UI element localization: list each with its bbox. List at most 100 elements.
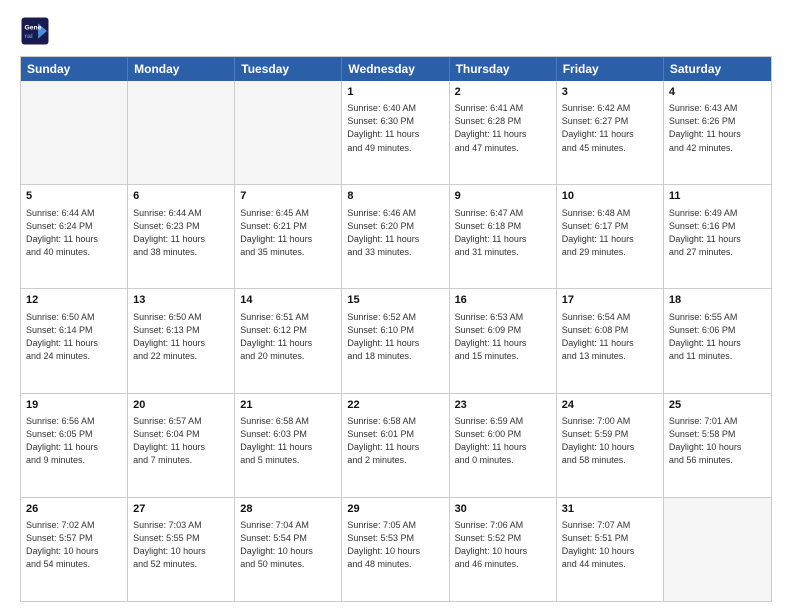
calendar: SundayMondayTuesdayWednesdayThursdayFrid…	[20, 56, 772, 602]
day-number: 21	[240, 398, 336, 413]
cell-info: Sunrise: 6:50 AM Sunset: 6:13 PM Dayligh…	[133, 311, 229, 363]
cell-info: Sunrise: 6:40 AM Sunset: 6:30 PM Dayligh…	[347, 102, 443, 154]
cell-info: Sunrise: 6:58 AM Sunset: 6:01 PM Dayligh…	[347, 415, 443, 467]
calendar-body: 1 Sunrise: 6:40 AM Sunset: 6:30 PM Daylig…	[21, 81, 771, 601]
day-number: 5	[26, 189, 122, 204]
calendar-cell: 23 Sunrise: 6:59 AM Sunset: 6:00 PM Dayli…	[450, 394, 557, 497]
day-number: 22	[347, 398, 443, 413]
calendar-header: SundayMondayTuesdayWednesdayThursdayFrid…	[21, 57, 771, 81]
calendar-cell: 5 Sunrise: 6:44 AM Sunset: 6:24 PM Daylig…	[21, 185, 128, 288]
weekday-header: Wednesday	[342, 57, 449, 81]
calendar-cell: 8 Sunrise: 6:46 AM Sunset: 6:20 PM Daylig…	[342, 185, 449, 288]
cell-info: Sunrise: 7:03 AM Sunset: 5:55 PM Dayligh…	[133, 519, 229, 571]
day-number: 16	[455, 293, 551, 308]
cell-info: Sunrise: 7:02 AM Sunset: 5:57 PM Dayligh…	[26, 519, 122, 571]
day-number: 17	[562, 293, 658, 308]
day-number: 4	[669, 85, 766, 100]
calendar-cell: 26 Sunrise: 7:02 AM Sunset: 5:57 PM Dayli…	[21, 498, 128, 601]
day-number: 3	[562, 85, 658, 100]
calendar-row: 26 Sunrise: 7:02 AM Sunset: 5:57 PM Dayli…	[21, 497, 771, 601]
header: Gene ral	[20, 16, 772, 46]
cell-info: Sunrise: 6:41 AM Sunset: 6:28 PM Dayligh…	[455, 102, 551, 154]
day-number: 2	[455, 85, 551, 100]
cell-info: Sunrise: 6:42 AM Sunset: 6:27 PM Dayligh…	[562, 102, 658, 154]
cell-info: Sunrise: 6:56 AM Sunset: 6:05 PM Dayligh…	[26, 415, 122, 467]
cell-info: Sunrise: 6:53 AM Sunset: 6:09 PM Dayligh…	[455, 311, 551, 363]
calendar-cell: 10 Sunrise: 6:48 AM Sunset: 6:17 PM Dayli…	[557, 185, 664, 288]
calendar-row: 19 Sunrise: 6:56 AM Sunset: 6:05 PM Dayli…	[21, 393, 771, 497]
calendar-cell: 2 Sunrise: 6:41 AM Sunset: 6:28 PM Daylig…	[450, 81, 557, 184]
calendar-cell: 13 Sunrise: 6:50 AM Sunset: 6:13 PM Dayli…	[128, 289, 235, 392]
cell-info: Sunrise: 6:55 AM Sunset: 6:06 PM Dayligh…	[669, 311, 766, 363]
calendar-cell: 25Sunrise: 7:01 AM Sunset: 5:58 PM Dayli…	[664, 394, 771, 497]
day-number: 11	[669, 189, 766, 204]
svg-text:Gene: Gene	[25, 25, 42, 32]
calendar-cell: 27 Sunrise: 7:03 AM Sunset: 5:55 PM Dayli…	[128, 498, 235, 601]
day-number: 8	[347, 189, 443, 204]
cell-info: Sunrise: 6:58 AM Sunset: 6:03 PM Dayligh…	[240, 415, 336, 467]
day-number: 15	[347, 293, 443, 308]
cell-info: Sunrise: 6:52 AM Sunset: 6:10 PM Dayligh…	[347, 311, 443, 363]
day-number: 19	[26, 398, 122, 413]
page: Gene ral SundayMondayTuesdayWednesdayThu…	[0, 0, 792, 612]
day-number: 28	[240, 502, 336, 517]
cell-info: Sunrise: 7:06 AM Sunset: 5:52 PM Dayligh…	[455, 519, 551, 571]
calendar-cell	[128, 81, 235, 184]
calendar-cell	[21, 81, 128, 184]
calendar-cell: 7Sunrise: 6:45 AM Sunset: 6:21 PM Daylig…	[235, 185, 342, 288]
calendar-cell: 9 Sunrise: 6:47 AM Sunset: 6:18 PM Daylig…	[450, 185, 557, 288]
day-number: 31	[562, 502, 658, 517]
cell-info: Sunrise: 7:01 AM Sunset: 5:58 PM Dayligh…	[669, 415, 766, 467]
day-number: 23	[455, 398, 551, 413]
day-number: 13	[133, 293, 229, 308]
day-number: 18	[669, 293, 766, 308]
day-number: 29	[347, 502, 443, 517]
weekday-header: Monday	[128, 57, 235, 81]
day-number: 14	[240, 293, 336, 308]
cell-info: Sunrise: 6:44 AM Sunset: 6:23 PM Dayligh…	[133, 207, 229, 259]
day-number: 1	[347, 85, 443, 100]
cell-info: Sunrise: 7:05 AM Sunset: 5:53 PM Dayligh…	[347, 519, 443, 571]
calendar-cell	[664, 498, 771, 601]
logo: Gene ral	[20, 16, 54, 46]
calendar-row: 5 Sunrise: 6:44 AM Sunset: 6:24 PM Daylig…	[21, 184, 771, 288]
calendar-cell: 29 Sunrise: 7:05 AM Sunset: 5:53 PM Dayli…	[342, 498, 449, 601]
day-number: 20	[133, 398, 229, 413]
day-number: 10	[562, 189, 658, 204]
cell-info: Sunrise: 6:47 AM Sunset: 6:18 PM Dayligh…	[455, 207, 551, 259]
cell-info: Sunrise: 6:48 AM Sunset: 6:17 PM Dayligh…	[562, 207, 658, 259]
calendar-cell: 6 Sunrise: 6:44 AM Sunset: 6:23 PM Daylig…	[128, 185, 235, 288]
calendar-cell: 19 Sunrise: 6:56 AM Sunset: 6:05 PM Dayli…	[21, 394, 128, 497]
calendar-cell: 14 Sunrise: 6:51 AM Sunset: 6:12 PM Dayli…	[235, 289, 342, 392]
cell-info: Sunrise: 7:04 AM Sunset: 5:54 PM Dayligh…	[240, 519, 336, 571]
calendar-cell: 12 Sunrise: 6:50 AM Sunset: 6:14 PM Dayli…	[21, 289, 128, 392]
cell-info: Sunrise: 6:49 AM Sunset: 6:16 PM Dayligh…	[669, 207, 766, 259]
calendar-cell: 21 Sunrise: 6:58 AM Sunset: 6:03 PM Dayli…	[235, 394, 342, 497]
calendar-cell: 31 Sunrise: 7:07 AM Sunset: 5:51 PM Dayli…	[557, 498, 664, 601]
weekday-header: Friday	[557, 57, 664, 81]
day-number: 27	[133, 502, 229, 517]
cell-info: Sunrise: 6:57 AM Sunset: 6:04 PM Dayligh…	[133, 415, 229, 467]
day-number: 24	[562, 398, 658, 413]
day-number: 9	[455, 189, 551, 204]
day-number: 12	[26, 293, 122, 308]
cell-info: Sunrise: 6:59 AM Sunset: 6:00 PM Dayligh…	[455, 415, 551, 467]
calendar-cell: 11 Sunrise: 6:49 AM Sunset: 6:16 PM Dayli…	[664, 185, 771, 288]
cell-info: Sunrise: 6:54 AM Sunset: 6:08 PM Dayligh…	[562, 311, 658, 363]
svg-text:ral: ral	[25, 33, 33, 40]
day-number: 6	[133, 189, 229, 204]
cell-info: Sunrise: 6:46 AM Sunset: 6:20 PM Dayligh…	[347, 207, 443, 259]
calendar-cell: 1 Sunrise: 6:40 AM Sunset: 6:30 PM Daylig…	[342, 81, 449, 184]
cell-info: Sunrise: 6:51 AM Sunset: 6:12 PM Dayligh…	[240, 311, 336, 363]
cell-info: Sunrise: 7:07 AM Sunset: 5:51 PM Dayligh…	[562, 519, 658, 571]
day-number: 26	[26, 502, 122, 517]
cell-info: Sunrise: 6:44 AM Sunset: 6:24 PM Dayligh…	[26, 207, 122, 259]
day-number: 30	[455, 502, 551, 517]
cell-info: Sunrise: 6:50 AM Sunset: 6:14 PM Dayligh…	[26, 311, 122, 363]
weekday-header: Tuesday	[235, 57, 342, 81]
weekday-header: Thursday	[450, 57, 557, 81]
calendar-row: 12 Sunrise: 6:50 AM Sunset: 6:14 PM Dayli…	[21, 288, 771, 392]
calendar-cell: 20 Sunrise: 6:57 AM Sunset: 6:04 PM Dayli…	[128, 394, 235, 497]
cell-info: Sunrise: 6:45 AM Sunset: 6:21 PM Dayligh…	[240, 207, 336, 259]
cell-info: Sunrise: 6:43 AM Sunset: 6:26 PM Dayligh…	[669, 102, 766, 154]
